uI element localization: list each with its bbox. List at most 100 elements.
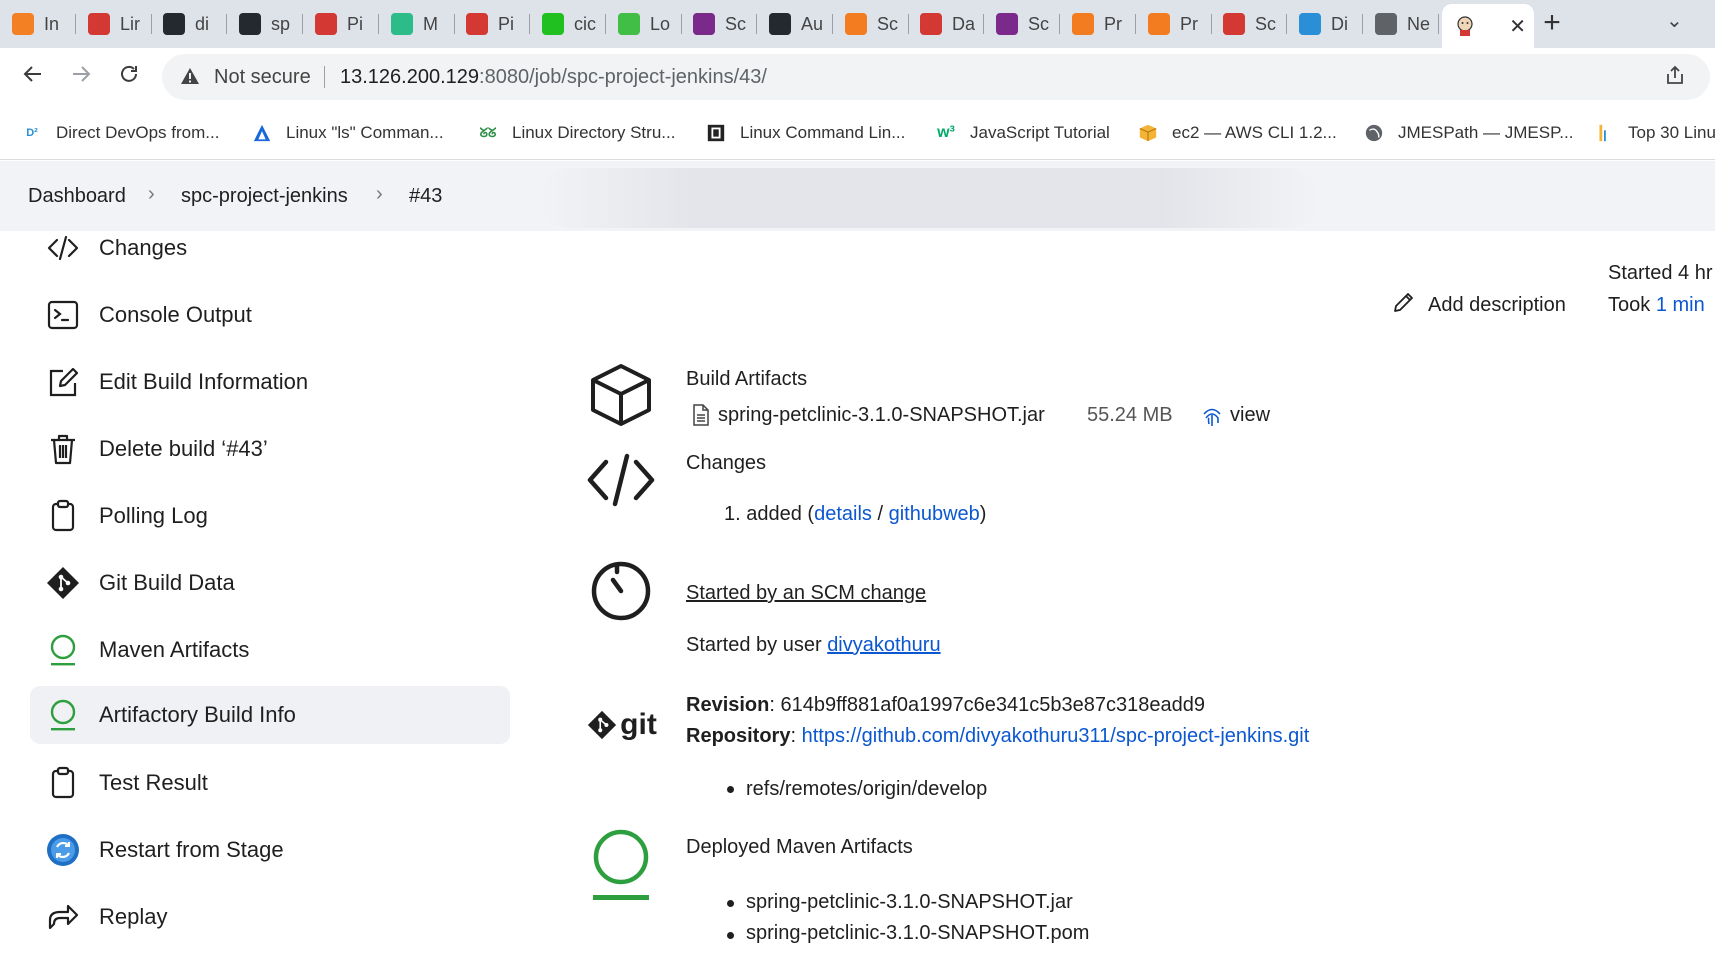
forward-button[interactable] (66, 62, 96, 92)
bookmark-item[interactable]: ec2 — AWS CLI 1.2... (1138, 120, 1337, 146)
browser-tab[interactable]: Pi (454, 6, 530, 42)
browser-tab[interactable]: In (0, 6, 76, 42)
code-icon (586, 445, 656, 515)
sidebar-item-polling-log[interactable]: Polling Log (30, 487, 510, 545)
tab-active[interactable]: ✕ (1442, 4, 1534, 48)
sidebar-item-label: Git Build Data (99, 570, 235, 595)
browser-tab-label: Lo (650, 13, 671, 34)
artifact-file-link[interactable]: spring-petclinic-3.1.0-SNAPSHOT.jar (718, 404, 1045, 427)
breadcrumb-separator-icon: › (376, 183, 383, 205)
sidebar-item-replay[interactable]: Replay (30, 888, 510, 946)
browser-tab[interactable]: di (151, 6, 227, 42)
direct-devops-icon: D² (26, 127, 38, 139)
omnibox-divider (324, 66, 325, 88)
build-started-text: Started 4 hr (1608, 262, 1713, 284)
trash-icon (46, 432, 80, 466)
browser-tab[interactable]: Sc (833, 6, 909, 42)
maven-artifact-link[interactable]: spring-petclinic-3.1.0-SNAPSHOT.jar (746, 891, 1073, 914)
warning-icon[interactable] (180, 66, 200, 92)
browser-tab-label: Di (1331, 13, 1348, 34)
duration-link[interactable]: 1 min (1656, 294, 1705, 316)
sidebar-item-maven-artifacts[interactable]: Maven Artifacts (30, 621, 510, 679)
sidebar-item-artifactory-build-info[interactable]: Artifactory Build Info (30, 686, 510, 744)
browser-tab[interactable]: Ne (1363, 6, 1439, 42)
add-description-label: Add description (1428, 293, 1566, 316)
breadcrumb-job[interactable]: spc-project-jenkins (181, 185, 348, 208)
git-icon (46, 566, 80, 600)
timer-icon (586, 556, 656, 626)
fingerprint-icon[interactable] (1201, 404, 1223, 434)
git-logo-icon: git (582, 690, 662, 760)
close-tab-icon[interactable]: ✕ (1509, 14, 1526, 39)
reload-button[interactable] (114, 62, 144, 92)
browser-tab[interactable]: Pi (303, 6, 379, 42)
jfrog-icon (618, 13, 640, 35)
browser-tab[interactable]: Sc (1211, 6, 1287, 42)
browser-tab[interactable]: Pr (1060, 6, 1136, 42)
build-artifacts-link[interactable]: Build Artifacts (686, 368, 807, 391)
add-description-button[interactable]: Add description (1392, 290, 1566, 320)
bookmark-item[interactable]: ᘜᘜ Linux Directory Stru... (478, 120, 676, 146)
browser-tab-label: M (423, 13, 438, 34)
started-by-scm-change-link[interactable]: Started by an SCM change (686, 582, 926, 605)
sidebar-item-label: Replay (99, 904, 168, 929)
browser-tab[interactable]: M (379, 6, 455, 42)
browser-tab-label: di (195, 13, 210, 34)
browser-tab[interactable]: Da (908, 6, 984, 42)
browser-tab[interactable]: Pr (1136, 6, 1212, 42)
sidebar-item-console-output[interactable]: Console Output (30, 286, 510, 344)
change-close-paren: ) (979, 503, 987, 525)
url-text[interactable]: 13.126.200.129:8080/job/spc-project-jenk… (340, 66, 767, 89)
jenkins-icon (466, 13, 488, 35)
jenkins-icon (315, 13, 337, 35)
tab-strip: In Lir di sp Pi M Pi cic Lo Sc Au Sc Da Sc Pr Pr Sc Di Ne … (0, 0, 1715, 48)
browser-tab[interactable]: Lir (76, 6, 152, 42)
browser-tab[interactable]: cic (530, 6, 606, 42)
sidebar-item-restart-from-stage[interactable]: Restart from Stage (30, 821, 510, 879)
bookmark-item[interactable]: Linux "ls" Comman... (252, 120, 444, 146)
view-fingerprint-link[interactable]: view (1230, 404, 1270, 427)
browser-tab[interactable]: Sc (681, 6, 757, 42)
browser-tab-label: In (44, 13, 60, 34)
repository-link[interactable]: https://github.com/divyakothuru311/spc-p… (802, 725, 1310, 747)
sidebar-item-delete-build[interactable]: Delete build ‘#43’ (30, 420, 510, 478)
user-link[interactable]: divyakothuru (827, 634, 940, 656)
browser-tab[interactable]: Lo (606, 6, 682, 42)
sidebar-item-git-build-data[interactable]: Git Build Data (30, 554, 510, 612)
githubweb-link[interactable]: githubweb (889, 503, 980, 525)
browser-tab[interactable]: Sc (984, 6, 1060, 42)
browser-tab[interactable]: sp (227, 6, 303, 42)
sidebar-item-test-result[interactable]: Test Result (30, 754, 510, 812)
bookmark-item[interactable]: JMESPath — JMESP... (1364, 120, 1573, 146)
sidebar-item-label: Changes (99, 235, 188, 260)
breadcrumb-build[interactable]: #43 (409, 185, 442, 208)
browser-toolbar: Not secure 13.126.200.129:8080/job/spc-p… (0, 48, 1715, 106)
jenkins-icon (920, 13, 942, 35)
sidebar-item-changes[interactable]: Changes (30, 219, 510, 277)
details-link[interactable]: details (814, 503, 872, 525)
change-item: 1. added (details / githubweb) (724, 503, 986, 526)
browser-tab[interactable]: Au (757, 6, 833, 42)
breadcrumb-dashboard[interactable]: Dashboard (28, 185, 126, 208)
maven-artifact-link[interactable]: spring-petclinic-3.1.0-SNAPSHOT.pom (746, 922, 1089, 945)
edit-icon (46, 365, 80, 399)
bookmark-item[interactable]: Linux Command Lin... (706, 120, 905, 146)
back-button[interactable] (18, 62, 48, 92)
maven-circle-icon (586, 829, 656, 900)
bookmark-label: Direct DevOps from... (56, 123, 220, 142)
new-tab-button[interactable]: + (1538, 6, 1566, 42)
bookmark-item[interactable]: Top 30 Linu (1594, 120, 1715, 146)
stackoverflow-icon (12, 13, 34, 35)
sidebar-item-edit-build-information[interactable]: Edit Build Information (30, 353, 510, 411)
browser-tab[interactable]: Di (1287, 6, 1363, 42)
browser-tab-label: sp (271, 13, 291, 34)
not-secure-label[interactable]: Not secure (214, 66, 311, 89)
bookmark-label: Top 30 Linu (1628, 123, 1715, 142)
address-bar[interactable]: Not secure 13.126.200.129:8080/job/spc-p… (162, 54, 1710, 100)
tab-search-icon[interactable]: ⌄ (1666, 8, 1683, 33)
bookmark-item[interactable]: D² Direct DevOps from... (22, 120, 219, 146)
bookmarks-bar: D² Direct DevOps from... Linux "ls" Comma… (0, 106, 1715, 160)
geeksforgeeks-icon: ᘜᘜ (479, 125, 497, 140)
share-icon[interactable] (1664, 64, 1686, 92)
bookmark-item[interactable]: w³ JavaScript Tutorial (936, 120, 1110, 146)
